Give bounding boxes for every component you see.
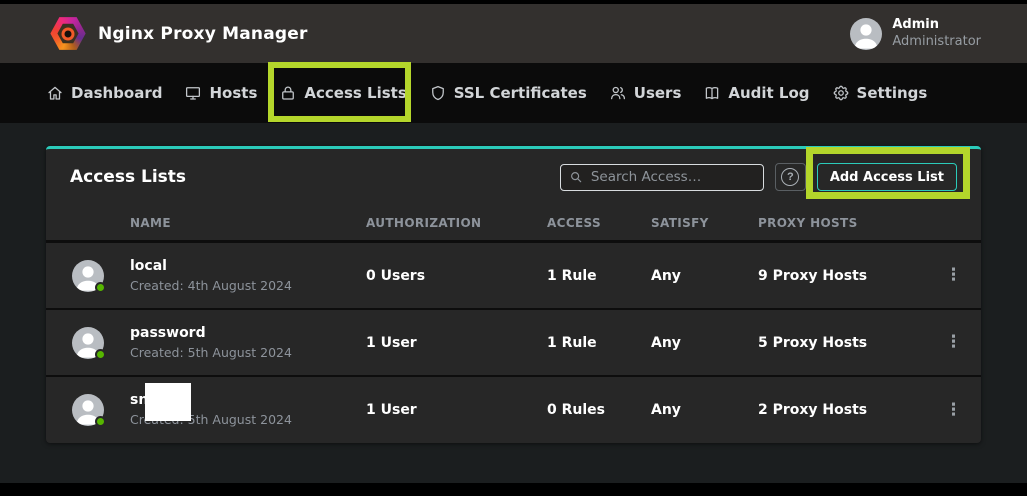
user-name: Admin [892,17,981,33]
nav-item-users[interactable]: Users [609,84,682,102]
column-header-proxy-hosts: PROXY HOSTS [758,216,926,230]
main-nav: Dashboard Hosts Access Lists SSL Certifi… [0,63,1027,123]
help-icon: ? [781,168,799,186]
access-value: 1 Rule [547,335,651,351]
main-content: Access Lists ? Add Access List NAME AUTH… [0,123,1027,483]
access-value: 0 Rules [547,402,651,418]
nav-label: Dashboard [71,84,162,102]
panel-title: Access Lists [70,167,186,187]
online-status-dot [95,416,106,427]
avatar [72,394,104,426]
proxy-hosts-value: 9 Proxy Hosts [758,268,926,284]
user-role: Administrator [892,34,981,50]
search-box [560,164,764,191]
app-title: Nginx Proxy Manager [98,24,308,44]
access-value: 1 Rule [547,268,651,284]
column-header-name: NAME [46,216,366,230]
nginx-proxy-manager-page: Nginx Proxy Manager Admin Administrator … [0,0,1027,496]
user-menu[interactable]: Admin Administrator [850,17,981,50]
nav-label: Settings [857,84,928,102]
proxy-hosts-value: 2 Proxy Hosts [758,402,926,418]
access-list-name: local [130,257,292,275]
online-status-dot [95,349,106,360]
satisfy-value: Any [651,335,758,351]
nav-item-ssl-certificates[interactable]: SSL Certificates [429,84,587,102]
column-header-access: ACCESS [547,216,651,230]
online-status-dot [95,282,106,293]
nav-label: Access Lists [304,84,406,102]
search-icon [569,170,583,184]
authorization-value: 0 Users [366,268,547,284]
app-header: Nginx Proxy Manager Admin Administrator [0,4,1027,63]
column-header-satisfy: SATISFY [651,216,758,230]
satisfy-value: Any [651,268,758,284]
app-logo-icon [50,17,86,51]
kebab-menu-icon[interactable]: ⋮ [945,402,962,419]
nav-label: Audit Log [728,84,809,102]
access-list-name: password [130,324,292,342]
table-row-password[interactable]: password Created: 5th August 2024 1 User… [46,310,981,377]
table-header: NAME AUTHORIZATION ACCESS SATISFY PROXY … [46,205,981,243]
add-access-list-button[interactable]: Add Access List [817,163,957,191]
nav-item-dashboard[interactable]: Dashboard [46,84,162,102]
gear-icon [832,84,850,102]
authorization-value: 1 User [366,335,547,351]
nav-label: Users [634,84,682,102]
authorization-value: 1 User [366,402,547,418]
nav-label: SSL Certificates [454,84,587,102]
help-button[interactable]: ? [775,163,806,191]
search-input[interactable] [591,169,755,185]
nav-label: Hosts [209,84,257,102]
nav-item-settings[interactable]: Settings [832,84,928,102]
book-icon [703,84,721,102]
kebab-menu-icon[interactable]: ⋮ [945,334,962,351]
satisfy-value: Any [651,402,758,418]
proxy-hosts-value: 5 Proxy Hosts [758,335,926,351]
table-row-redacted[interactable]: sn Created: 5th August 2024 1 User 0 Rul… [46,377,981,443]
created-date: Created: 5th August 2024 [130,345,292,361]
access-lists-panel: Access Lists ? Add Access List NAME AUTH… [46,146,981,443]
column-header-authorization: AUTHORIZATION [366,216,547,230]
nav-item-audit-log[interactable]: Audit Log [703,84,809,102]
lock-icon [279,84,297,102]
monitor-icon [184,84,202,102]
panel-header: Access Lists ? Add Access List [46,149,981,205]
shield-icon [429,84,447,102]
avatar [72,327,104,359]
user-avatar [850,18,882,50]
kebab-menu-icon[interactable]: ⋮ [945,267,962,284]
created-date: Created: 4th August 2024 [130,278,292,294]
redaction-box [145,383,191,421]
avatar [72,260,104,292]
users-icon [609,84,627,102]
nav-item-hosts[interactable]: Hosts [184,84,257,102]
home-icon [46,84,64,102]
nav-item-access-lists[interactable]: Access Lists [279,84,406,102]
table-row-local[interactable]: local Created: 4th August 2024 0 Users 1… [46,243,981,310]
